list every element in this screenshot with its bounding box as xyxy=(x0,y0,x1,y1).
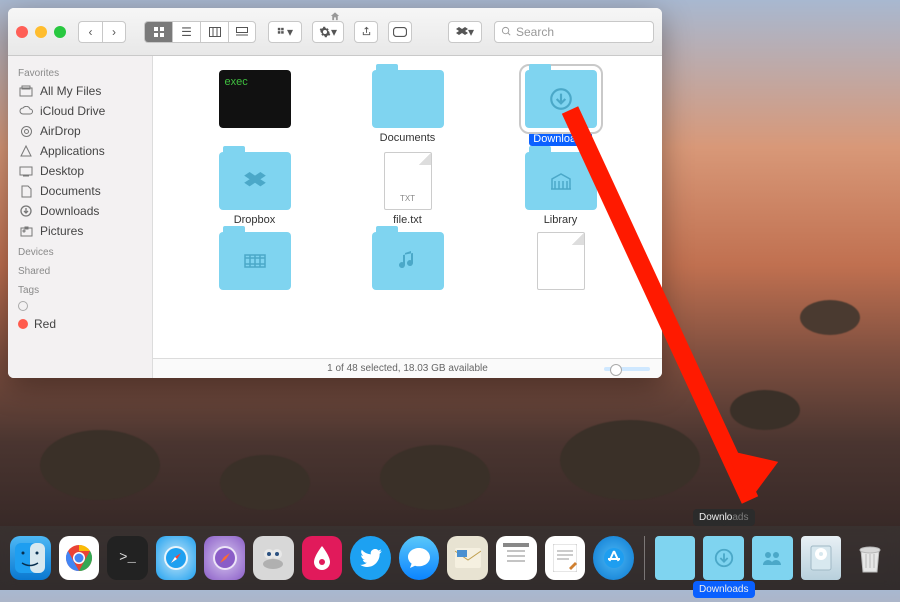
txt-file-icon: TXT xyxy=(384,152,432,210)
dock-separator xyxy=(644,536,645,580)
maximize-button[interactable] xyxy=(54,26,66,38)
grid-item-file[interactable]: TXT file.txt xyxy=(336,152,479,226)
sidebar-item-desktop[interactable]: Desktop xyxy=(8,161,152,181)
grid-item-library[interactable]: Library xyxy=(489,152,632,226)
dock-trash[interactable] xyxy=(849,536,890,580)
grid-item-music[interactable] xyxy=(336,232,479,294)
folder-downloads-icon xyxy=(525,70,597,128)
dock-safari-preview[interactable] xyxy=(204,536,245,580)
dock-twitter[interactable] xyxy=(350,536,391,580)
dropbox-button[interactable]: ▾ xyxy=(448,21,482,43)
documents-icon xyxy=(18,184,34,198)
dock-stack-shared[interactable] xyxy=(752,536,793,580)
dock-terminal[interactable]: >_ xyxy=(107,536,148,580)
titlebar[interactable]: ‹ › ☰ ▾ ▾ ▾ xyxy=(8,8,662,56)
minimize-button[interactable] xyxy=(35,26,47,38)
downloads-icon xyxy=(18,204,34,218)
zoom-slider[interactable] xyxy=(604,367,650,371)
view-coverflow-button[interactable] xyxy=(228,21,256,43)
sidebar-item-documents[interactable]: Documents xyxy=(8,181,152,201)
sidebar-item-all-my-files[interactable]: All My Files xyxy=(8,81,152,101)
tag-dot-icon xyxy=(18,301,28,311)
search-icon xyxy=(501,26,512,37)
grid-item-movies[interactable] xyxy=(183,232,326,294)
dock-tooltip: Downloads xyxy=(693,509,754,526)
window-title xyxy=(330,11,341,22)
sidebar: Favorites All My Files iCloud Drive AirD… xyxy=(8,56,153,378)
tag-red-icon xyxy=(18,319,28,329)
folder-movies-icon xyxy=(219,232,291,290)
search-placeholder: Search xyxy=(516,25,554,39)
dock-skitch[interactable] xyxy=(302,536,343,580)
close-button[interactable] xyxy=(16,26,28,38)
dock-mail[interactable] xyxy=(447,536,488,580)
sidebar-item-airdrop[interactable]: AirDrop xyxy=(8,121,152,141)
sidebar-item-icloud[interactable]: iCloud Drive xyxy=(8,101,152,121)
sidebar-section-tags: Tags xyxy=(8,279,152,298)
view-column-button[interactable] xyxy=(200,21,228,43)
icon-grid: exec Documents Downloads Dropbox TX xyxy=(153,56,662,358)
sidebar-section-devices: Devices xyxy=(8,241,152,260)
dock-disk[interactable] xyxy=(801,536,842,580)
dock-notes[interactable] xyxy=(496,536,537,580)
status-text: 1 of 48 selected, 18.03 GB available xyxy=(327,363,488,374)
share-button[interactable] xyxy=(354,21,378,43)
view-list-button[interactable]: ☰ xyxy=(172,21,200,43)
dock-finder[interactable] xyxy=(10,536,51,580)
folder-dropbox-icon xyxy=(219,152,291,210)
view-icon-button[interactable] xyxy=(144,21,172,43)
grid-item-label: Downloads xyxy=(529,132,591,146)
folder-icon xyxy=(372,70,444,128)
dock-automator[interactable] xyxy=(253,536,294,580)
grid-item-dropbox[interactable]: Dropbox xyxy=(183,152,326,226)
dock-messages[interactable] xyxy=(399,536,440,580)
dock-textedit[interactable] xyxy=(545,536,586,580)
pictures-icon xyxy=(18,224,34,238)
sidebar-item-applications[interactable]: Applications xyxy=(8,141,152,161)
dock-appstore[interactable] xyxy=(593,536,634,580)
sidebar-item-downloads[interactable]: Downloads xyxy=(8,201,152,221)
dock: >_ Downloads Downloads xyxy=(0,526,900,590)
file-icon xyxy=(537,232,585,290)
dock-stack-desktop[interactable] xyxy=(655,536,696,580)
content-area[interactable]: exec Documents Downloads Dropbox TX xyxy=(153,56,662,378)
exec-icon: exec xyxy=(219,70,291,128)
cloud-icon xyxy=(18,104,34,118)
sidebar-tag-red[interactable]: Red xyxy=(8,314,152,334)
dock-safari[interactable] xyxy=(156,536,197,580)
sidebar-section-favorites: Favorites xyxy=(8,62,152,81)
downloads-stack-icon xyxy=(713,547,735,569)
airdrop-icon xyxy=(18,124,34,138)
all-files-icon xyxy=(18,84,34,98)
apps-icon xyxy=(18,144,34,158)
sidebar-section-shared: Shared xyxy=(8,260,152,279)
sidebar-item-pictures[interactable]: Pictures xyxy=(8,221,152,241)
desktop-icon xyxy=(18,164,34,178)
forward-button[interactable]: › xyxy=(102,21,126,43)
folder-library-icon xyxy=(525,152,597,210)
search-field[interactable]: Search xyxy=(494,21,654,43)
grid-item-documents[interactable]: Documents xyxy=(336,70,479,146)
status-bar: 1 of 48 selected, 18.03 GB available xyxy=(153,358,662,378)
tags-button[interactable] xyxy=(388,21,412,43)
grid-item-exec[interactable]: exec xyxy=(183,70,326,146)
dock-stack-downloads[interactable]: Downloads Downloads xyxy=(703,536,744,580)
arrange-button[interactable]: ▾ xyxy=(268,21,302,43)
sidebar-tag-none[interactable] xyxy=(8,298,152,314)
back-button[interactable]: ‹ xyxy=(78,21,102,43)
dock-chrome[interactable] xyxy=(59,536,100,580)
folder-music-icon xyxy=(372,232,444,290)
action-button[interactable]: ▾ xyxy=(312,21,344,43)
grid-item-file2[interactable] xyxy=(489,232,632,294)
grid-item-downloads[interactable]: Downloads xyxy=(489,70,632,146)
finder-window: ‹ › ☰ ▾ ▾ ▾ xyxy=(8,8,662,378)
